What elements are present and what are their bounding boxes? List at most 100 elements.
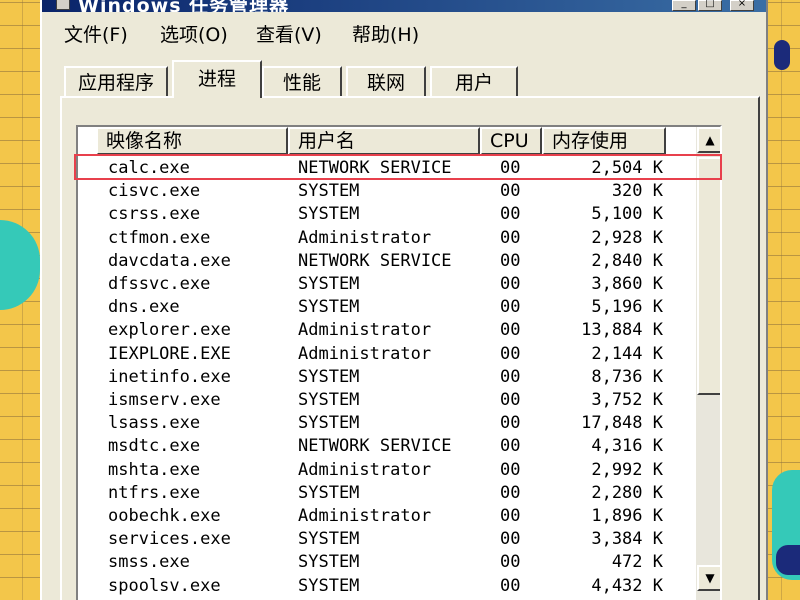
column-header-memory[interactable]: 内存使用 (542, 127, 666, 155)
scroll-up-icon[interactable]: ▲ (697, 127, 720, 153)
process-name: smss.exe (108, 552, 190, 573)
process-user: SYSTEM (298, 181, 360, 202)
table-row[interactable]: smss.exe SYSTEM 00 472 K (78, 551, 663, 574)
process-user: SYSTEM (298, 204, 360, 225)
process-cpu: 00 (500, 506, 521, 526)
table-row[interactable]: ismserv.exe SYSTEM 00 3,752 K (78, 389, 663, 412)
table-row[interactable]: explorer.exe Administrator 00 13,884 K (78, 319, 663, 342)
process-cpu: 00 (500, 390, 521, 410)
process-user: Administrator (298, 320, 432, 341)
vertical-scrollbar[interactable]: ▲ ▼ (696, 127, 720, 600)
column-header-user-name[interactable]: 用户名 (288, 127, 480, 155)
tab-networking[interactable]: 联网 (346, 66, 426, 98)
menu-file[interactable]: 文件(F) (64, 20, 128, 47)
process-memory: 472 K (611, 552, 663, 573)
table-row[interactable]: ntfrs.exe SYSTEM 00 2,280 K (78, 482, 663, 505)
process-cpu: 00 (500, 181, 521, 202)
process-name: dfssvc.exe (108, 274, 211, 294)
process-cpu: 00 (500, 320, 521, 341)
table-row[interactable]: dns.exe SYSTEM 00 5,196 K (78, 296, 663, 319)
scroll-thumb[interactable] (697, 157, 720, 395)
process-list[interactable]: 映像名称 用户名 CPU 内存使用 calc.exe NETWORK SERVIC… (76, 125, 722, 600)
table-row[interactable]: msdtc.exe NETWORK SERVICE 00 4,316 K (78, 435, 663, 458)
process-memory: 5,196 K (591, 297, 663, 318)
background-decoration (776, 545, 800, 575)
process-memory: 3,384 K (591, 529, 663, 550)
process-cpu: 00 (500, 158, 521, 178)
table-row[interactable]: oobechk.exe Administrator 00 1,896 K (78, 505, 663, 528)
process-name: services.exe (108, 529, 231, 550)
process-memory: 2,144 K (591, 343, 663, 364)
process-user: SYSTEM (298, 390, 360, 410)
process-memory: 13,884 K (581, 320, 663, 341)
process-user: Administrator (298, 343, 432, 364)
process-name: ntfrs.exe (108, 482, 201, 503)
process-name: mshta.exe (108, 459, 201, 480)
table-row[interactable]: dfssvc.exe SYSTEM 00 3,860 K (78, 273, 663, 296)
process-user: SYSTEM (298, 274, 360, 294)
process-cpu: 00 (500, 529, 521, 550)
process-name: ctfmon.exe (108, 227, 211, 248)
process-user: SYSTEM (298, 482, 360, 503)
scroll-down-icon[interactable]: ▼ (697, 565, 720, 591)
table-row[interactable]: inetinfo.exe SYSTEM 00 8,736 K (78, 366, 663, 389)
process-memory: 8,736 K (591, 366, 663, 387)
process-name: davcdata.exe (108, 250, 231, 271)
background-decoration (774, 40, 790, 70)
tab-users[interactable]: 用户 (430, 66, 518, 98)
menu-options[interactable]: 选项(O) (160, 20, 228, 47)
table-row[interactable]: davcdata.exe NETWORK SERVICE 00 2,840 K (78, 250, 663, 273)
process-name: ismserv.exe (108, 390, 221, 410)
process-memory: 2,840 K (591, 250, 663, 271)
column-header-image-name[interactable]: 映像名称 (96, 127, 288, 155)
table-row[interactable]: ctfmon.exe Administrator 00 2,928 K (78, 227, 663, 250)
title-bar[interactable]: Windows 任务管理器 _ □ × (42, 0, 766, 12)
table-row[interactable]: csrss.exe SYSTEM 00 5,100 K (78, 203, 663, 226)
process-memory: 3,860 K (591, 274, 663, 294)
tab-applications[interactable]: 应用程序 (64, 66, 168, 98)
window-title: Windows 任务管理器 (78, 0, 290, 12)
process-cpu: 00 (500, 413, 521, 434)
close-button[interactable]: × (730, 0, 754, 11)
process-user: NETWORK SERVICE (298, 250, 452, 271)
process-cpu: 00 (500, 343, 521, 364)
table-row[interactable]: calc.exe NETWORK SERVICE 00 2,504 K (78, 157, 663, 180)
process-user: SYSTEM (298, 552, 360, 573)
process-user: SYSTEM (298, 297, 360, 318)
table-row[interactable]: services.exe SYSTEM 00 3,384 K (78, 528, 663, 551)
process-cpu: 00 (500, 366, 521, 387)
process-cpu: 00 (500, 250, 521, 271)
background-decoration (0, 220, 40, 310)
process-user: Administrator (298, 506, 432, 526)
menu-bar: 文件(F) 选项(O) 查看(V) 帮助(H) (42, 18, 766, 46)
minimize-button[interactable]: _ (672, 0, 696, 11)
process-user: SYSTEM (298, 413, 360, 434)
column-header-cpu[interactable]: CPU (480, 127, 542, 155)
process-cpu: 00 (500, 297, 521, 318)
menu-help[interactable]: 帮助(H) (352, 20, 419, 47)
process-cpu: 00 (500, 482, 521, 503)
process-memory: 2,504 K (591, 158, 663, 178)
tab-processes[interactable]: 进程 (172, 60, 262, 98)
table-row[interactable]: lsass.exe SYSTEM 00 17,848 K (78, 412, 663, 435)
process-cpu: 00 (500, 436, 521, 457)
tab-performance[interactable]: 性能 (262, 66, 342, 98)
process-memory: 3,752 K (591, 390, 663, 410)
maximize-button[interactable]: □ (698, 0, 722, 11)
table-row[interactable]: spoolsv.exe SYSTEM 00 4,432 K (78, 575, 663, 598)
process-memory: 5,100 K (591, 204, 663, 225)
process-memory: 4,316 K (591, 436, 663, 457)
process-user: SYSTEM (298, 575, 360, 596)
process-name: cisvc.exe (108, 181, 201, 202)
process-name: explorer.exe (108, 320, 231, 341)
table-row[interactable]: cisvc.exe SYSTEM 00 320 K (78, 180, 663, 203)
process-name: IEXPLORE.EXE (108, 343, 231, 364)
table-row[interactable]: mshta.exe Administrator 00 2,992 K (78, 459, 663, 482)
process-name: inetinfo.exe (108, 366, 231, 387)
process-memory: 17,848 K (581, 413, 663, 434)
table-row[interactable]: IEXPLORE.EXE Administrator 00 2,144 K (78, 343, 663, 366)
process-user: Administrator (298, 459, 432, 480)
process-cpu: 00 (500, 459, 521, 480)
menu-view[interactable]: 查看(V) (256, 20, 322, 47)
process-name: csrss.exe (108, 204, 201, 225)
